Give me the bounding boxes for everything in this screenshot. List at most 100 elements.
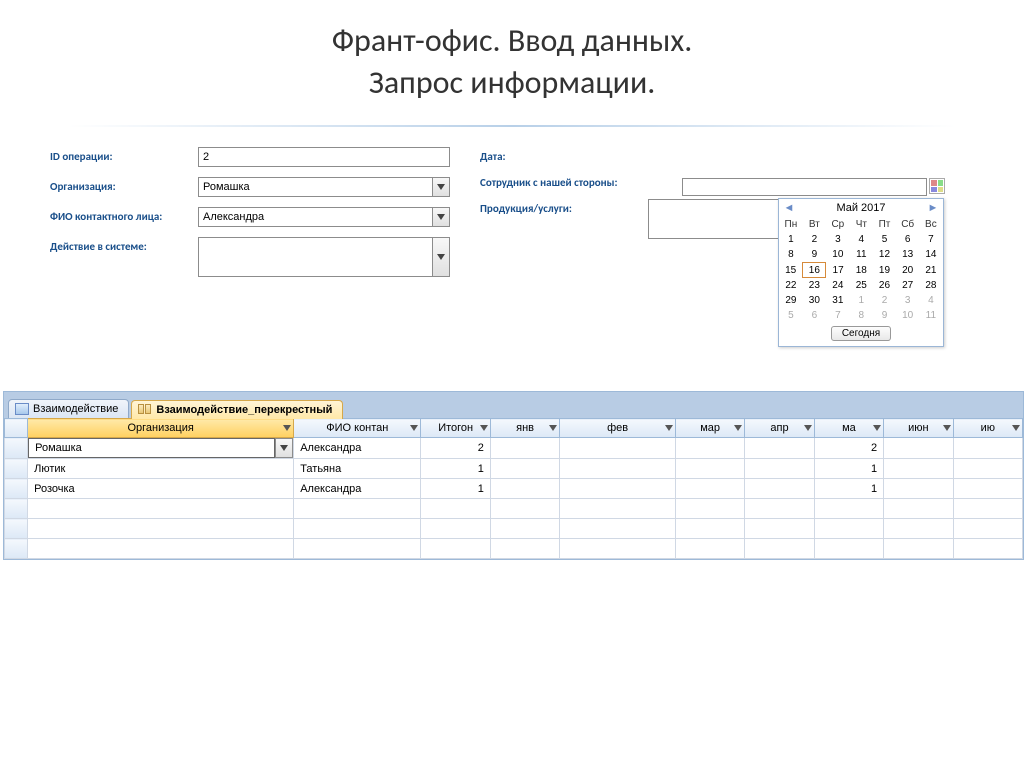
- cell-jan[interactable]: [490, 459, 559, 479]
- calendar-day[interactable]: 6: [896, 232, 919, 247]
- calendar-day[interactable]: 11: [919, 308, 942, 323]
- column-dropdown-icon[interactable]: [873, 425, 881, 431]
- empty-cell[interactable]: [294, 519, 421, 539]
- cell-jun[interactable]: [884, 438, 953, 459]
- calendar-day[interactable]: 16: [803, 263, 826, 278]
- calendar-day[interactable]: 30: [803, 293, 826, 308]
- column-dropdown-icon[interactable]: [283, 425, 291, 431]
- tab-interaction[interactable]: Взаимодействие: [8, 399, 129, 418]
- empty-cell[interactable]: [5, 519, 28, 539]
- cell-mar[interactable]: [675, 438, 744, 459]
- empty-cell[interactable]: [421, 519, 490, 539]
- input-date[interactable]: [682, 178, 927, 196]
- empty-cell[interactable]: [28, 499, 294, 519]
- calendar-day[interactable]: 5: [779, 308, 803, 323]
- calendar-day[interactable]: 9: [873, 308, 896, 323]
- calendar-day[interactable]: 18: [850, 263, 873, 278]
- calendar-day[interactable]: 5: [873, 232, 896, 247]
- empty-cell[interactable]: [675, 519, 744, 539]
- cell-fio[interactable]: Александра: [294, 438, 421, 459]
- calendar-day[interactable]: 12: [873, 247, 896, 263]
- calendar-day[interactable]: 20: [896, 263, 919, 278]
- empty-cell[interactable]: [294, 539, 421, 559]
- empty-cell[interactable]: [5, 539, 28, 559]
- calendar-day[interactable]: 4: [850, 232, 873, 247]
- input-contact-fio[interactable]: [198, 207, 432, 227]
- empty-cell[interactable]: [745, 519, 814, 539]
- input-system-action[interactable]: [198, 237, 432, 277]
- input-id-operation[interactable]: [198, 147, 450, 167]
- column-header[interactable]: янв: [490, 419, 559, 438]
- empty-cell[interactable]: [560, 499, 676, 519]
- empty-cell[interactable]: [490, 539, 559, 559]
- calendar-day[interactable]: 10: [896, 308, 919, 323]
- empty-cell[interactable]: [953, 519, 1022, 539]
- empty-cell[interactable]: [28, 519, 294, 539]
- column-dropdown-icon[interactable]: [410, 425, 418, 431]
- empty-cell[interactable]: [294, 499, 421, 519]
- cell-may[interactable]: 1: [814, 459, 883, 479]
- calendar-day[interactable]: 19: [873, 263, 896, 278]
- empty-cell[interactable]: [675, 539, 744, 559]
- calendar-day[interactable]: 8: [850, 308, 873, 323]
- calendar-day[interactable]: 3: [896, 293, 919, 308]
- cell-apr[interactable]: [745, 479, 814, 499]
- calendar-day[interactable]: 25: [850, 278, 873, 294]
- cell-jul[interactable]: [953, 459, 1022, 479]
- empty-cell[interactable]: [560, 539, 676, 559]
- empty-cell[interactable]: [884, 499, 953, 519]
- calendar-day[interactable]: 7: [919, 232, 942, 247]
- empty-cell[interactable]: [953, 539, 1022, 559]
- calendar-day[interactable]: 29: [779, 293, 803, 308]
- cell-jul[interactable]: [953, 438, 1022, 459]
- column-header[interactable]: ФИО контан: [294, 419, 421, 438]
- cell-total[interactable]: 1: [421, 459, 490, 479]
- empty-cell[interactable]: [560, 519, 676, 539]
- calendar-day[interactable]: 13: [896, 247, 919, 263]
- cell-apr[interactable]: [745, 459, 814, 479]
- cell-jun[interactable]: [884, 459, 953, 479]
- column-header[interactable]: [5, 419, 28, 438]
- empty-cell[interactable]: [884, 519, 953, 539]
- cell-feb[interactable]: [560, 459, 676, 479]
- calendar-day[interactable]: 31: [826, 293, 850, 308]
- column-dropdown-icon[interactable]: [665, 425, 673, 431]
- cell-jan[interactable]: [490, 438, 559, 459]
- cell-dropdown-icon[interactable]: [275, 438, 293, 458]
- column-dropdown-icon[interactable]: [804, 425, 812, 431]
- calendar-day[interactable]: 27: [896, 278, 919, 294]
- column-header[interactable]: фев: [560, 419, 676, 438]
- tab-interaction-crosstab[interactable]: Взаимодействие_перекрестный: [131, 400, 343, 419]
- calendar-day[interactable]: 14: [919, 247, 942, 263]
- cell-org-value[interactable]: Ромашка: [28, 438, 275, 458]
- calendar-day[interactable]: 23: [803, 278, 826, 294]
- data-table[interactable]: ОрганизацияФИО контанИтогонянвфевмарапрм…: [4, 418, 1023, 559]
- empty-cell[interactable]: [490, 499, 559, 519]
- column-header[interactable]: апр: [745, 419, 814, 438]
- column-dropdown-icon[interactable]: [734, 425, 742, 431]
- column-header[interactable]: мар: [675, 419, 744, 438]
- cell-mar[interactable]: [675, 479, 744, 499]
- empty-cell[interactable]: [421, 499, 490, 519]
- empty-cell[interactable]: [814, 519, 883, 539]
- cell-organization[interactable]: Лютик: [28, 459, 294, 479]
- calendar-day[interactable]: 4: [919, 293, 942, 308]
- row-selector[interactable]: [5, 479, 28, 499]
- calendar-day[interactable]: 2: [803, 232, 826, 247]
- dropdown-organization[interactable]: [432, 177, 450, 197]
- column-header[interactable]: Организация: [28, 419, 294, 438]
- calendar-day[interactable]: 28: [919, 278, 942, 294]
- cell-feb[interactable]: [560, 438, 676, 459]
- dropdown-system-action[interactable]: [432, 237, 450, 277]
- cell-feb[interactable]: [560, 479, 676, 499]
- calendar-day[interactable]: 15: [779, 263, 803, 278]
- calendar-day[interactable]: 24: [826, 278, 850, 294]
- calendar-day[interactable]: 17: [826, 263, 850, 278]
- dropdown-contact-fio[interactable]: [432, 207, 450, 227]
- calendar-day[interactable]: 10: [826, 247, 850, 263]
- empty-cell[interactable]: [421, 539, 490, 559]
- cell-jun[interactable]: [884, 479, 953, 499]
- calendar-day[interactable]: 1: [850, 293, 873, 308]
- cell-jan[interactable]: [490, 479, 559, 499]
- calendar-day[interactable]: 11: [850, 247, 873, 263]
